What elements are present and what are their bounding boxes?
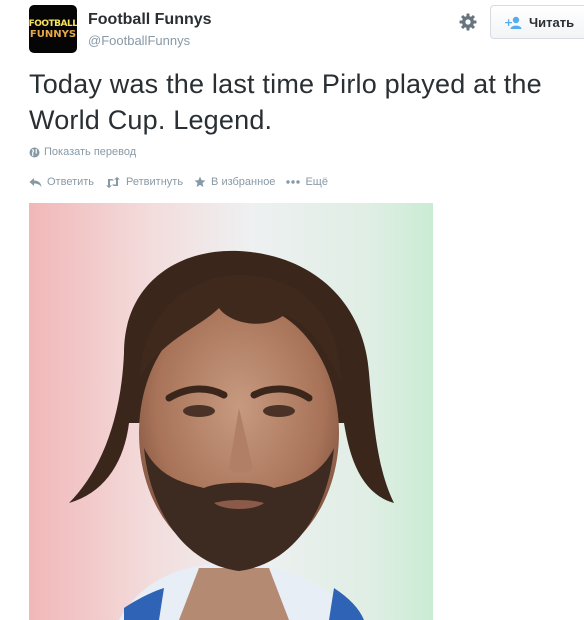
favorite-label: В избранное (211, 176, 276, 188)
translate-link[interactable]: Показать перевод (29, 146, 136, 158)
more-label: Ещё (305, 176, 328, 188)
more-icon (286, 180, 301, 184)
account-handle[interactable]: @FootballFunnys (88, 33, 190, 48)
retweet-icon (106, 176, 121, 188)
avatar-logo-text-line2: FUNNYS (29, 28, 77, 40)
globe-icon (29, 147, 40, 157)
star-icon (194, 176, 206, 187)
tweet-text: Today was the last time Pirlo played at … (29, 69, 542, 135)
account-name[interactable]: Football Funnys (88, 11, 212, 29)
translate-label: Показать перевод (44, 146, 137, 158)
account-avatar[interactable]: FOOTBALL FUNNYS (29, 5, 77, 53)
favorite-button[interactable]: В избранное (194, 176, 275, 188)
retweet-button[interactable]: Ретвитнуть (105, 176, 183, 188)
gear-icon[interactable] (458, 12, 478, 32)
retweet-label: Ретвитнуть (126, 176, 184, 188)
follow-button[interactable]: + Читать (490, 5, 584, 39)
follow-user-icon: + (504, 16, 522, 29)
reply-label: Ответить (47, 176, 95, 188)
reply-button[interactable]: Ответить (29, 176, 94, 188)
tweet-photo[interactable] (29, 203, 433, 620)
reply-icon (29, 177, 42, 187)
tweet-actions: Ответить Ретвитнуть В избранное Ещё (29, 176, 339, 188)
avatar-logo-text-line1: FOOTBALL (29, 18, 77, 29)
follow-button-label: Читать (529, 14, 575, 30)
player-portrait-image (69, 250, 394, 620)
more-button[interactable]: Ещё (286, 176, 328, 188)
